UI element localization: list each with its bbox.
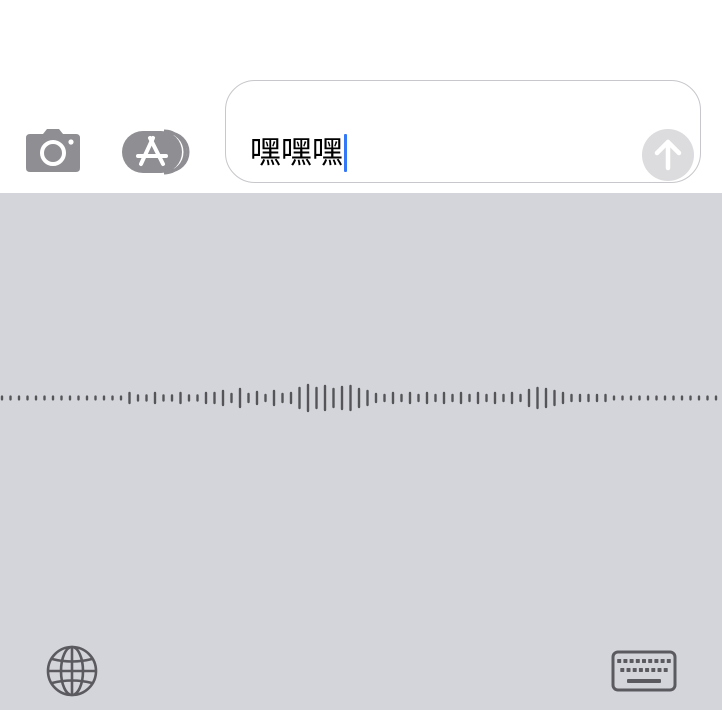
globe-button[interactable] bbox=[44, 643, 100, 699]
keyboard-key bbox=[666, 659, 671, 663]
keyboard-key bbox=[620, 668, 625, 672]
keyboard-key bbox=[635, 659, 640, 663]
keyboard-key bbox=[642, 659, 646, 663]
keyboard-key bbox=[623, 659, 628, 663]
keyboard-key bbox=[626, 668, 631, 672]
keyboard-key bbox=[657, 668, 662, 672]
dictation-waveform bbox=[0, 383, 718, 413]
keyboard-icon bbox=[611, 650, 677, 692]
keyboard-key bbox=[648, 659, 653, 663]
keyboard-key bbox=[663, 668, 668, 672]
globe-icon bbox=[46, 645, 98, 697]
messages-compose-screen: 嘿嘿嘿 bbox=[0, 0, 722, 710]
message-text[interactable]: 嘿嘿嘿 bbox=[250, 133, 347, 173]
send-button[interactable] bbox=[642, 129, 694, 181]
keyboard-key bbox=[645, 668, 650, 672]
message-text-value: 嘿嘿嘿 bbox=[250, 135, 343, 171]
keyboard-key bbox=[617, 659, 622, 663]
dictation-panel bbox=[0, 193, 722, 710]
keyboard-key bbox=[651, 668, 656, 672]
keyboard-key bbox=[629, 659, 634, 663]
keyboard-key bbox=[660, 659, 665, 663]
app-store-button[interactable] bbox=[120, 127, 196, 177]
app-store-icon bbox=[122, 129, 190, 175]
compose-bar: 嘿嘿嘿 bbox=[0, 0, 722, 193]
keyboard-key bbox=[632, 668, 637, 672]
keyboard-key bbox=[654, 659, 659, 663]
arrow-up-icon bbox=[654, 139, 682, 171]
message-input[interactable]: 嘿嘿嘿 bbox=[225, 80, 701, 183]
text-caret bbox=[344, 134, 347, 172]
keyboard-button[interactable] bbox=[610, 649, 678, 693]
camera-icon bbox=[26, 129, 80, 172]
keyboard-key bbox=[638, 668, 643, 672]
camera-button[interactable] bbox=[24, 128, 82, 174]
